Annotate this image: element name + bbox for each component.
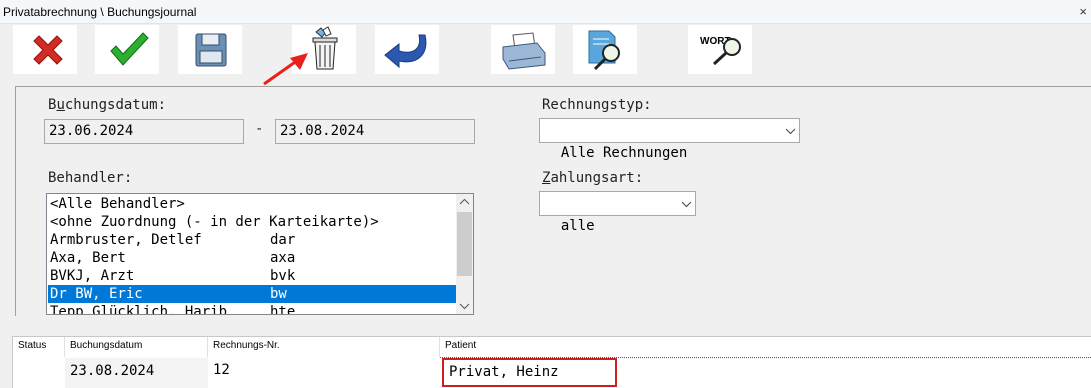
list-item[interactable]: BVKJ, Arzt bvk: [48, 267, 457, 285]
list-item-selected[interactable]: Dr BW, Eric bw: [48, 285, 457, 303]
cancel-button[interactable]: [13, 25, 77, 74]
list-item[interactable]: Armbruster, Detlef dar: [48, 231, 457, 249]
journal-table: Status Buchungsdatum Rechnungs-Nr. Patie…: [12, 336, 1091, 388]
behandler-listbox[interactable]: <Alle Behandler> <ohne Zuordnung (- in d…: [46, 193, 474, 315]
word-magnifier-icon: WORT: [700, 36, 741, 66]
buchungsdatum-cell: 23.08.2024: [65, 358, 208, 388]
print-button[interactable]: [491, 25, 555, 74]
status-cell: [13, 357, 65, 388]
list-item[interactable]: <Alle Behandler>: [48, 195, 457, 213]
rechnungstyp-label: Rechnungstyp:: [542, 97, 652, 113]
rechnungs-nr-cell: 12: [213, 362, 230, 378]
confirm-button[interactable]: [95, 25, 159, 74]
word-search-button[interactable]: WORT: [688, 25, 752, 74]
list-item[interactable]: Axa, Bert axa: [48, 249, 457, 267]
floppy-disk-icon: [195, 33, 227, 67]
green-check-icon: [110, 32, 149, 66]
undo-arrow-icon: [384, 34, 427, 69]
column-header-patient[interactable]: Patient: [440, 337, 1091, 357]
column-header-buchungsdatum[interactable]: Buchungsdatum: [65, 337, 208, 357]
rechnungstyp-value: Alle Rechnungen: [560, 145, 688, 161]
chevron-up-icon[interactable]: [456, 194, 473, 211]
scrollbar-thumb[interactable]: [457, 212, 472, 276]
chevron-down-icon[interactable]: [456, 297, 473, 314]
annotation-arrow-icon: [263, 53, 308, 86]
rechnungstyp-select[interactable]: Alle Rechnungen: [539, 118, 800, 161]
date-range-separator: -: [255, 121, 264, 137]
behandler-label: Behandler:: [48, 170, 133, 186]
list-item[interactable]: Tepp Glücklich, Harib hte: [48, 303, 457, 314]
preview-button[interactable]: [573, 25, 637, 74]
chevron-down-icon: [681, 201, 692, 208]
document-magnifier-icon: [588, 30, 620, 71]
patient-cell[interactable]: Privat, Heinz: [442, 358, 617, 387]
save-button[interactable]: [178, 25, 242, 74]
zahlungsart-label: Zahlungsart:: [542, 170, 644, 186]
date-from-field[interactable]: 23.06.2024: [44, 119, 244, 144]
list-item[interactable]: <ohne Zuordnung (- in der Karteikarte)>: [48, 213, 457, 231]
title-bar: Privatabrechnung \ Buchungsjournal ×: [0, 0, 1091, 24]
column-header-status[interactable]: Status: [13, 337, 65, 357]
column-header-rechnungs-nr[interactable]: Rechnungs-Nr.: [208, 337, 440, 357]
buchungsdatum-label: Buchungsdatum:: [48, 97, 167, 113]
red-x-icon: [33, 35, 63, 65]
printer-icon: [502, 32, 546, 70]
date-to-field[interactable]: 23.08.2024: [275, 119, 475, 144]
chevron-down-icon: [785, 128, 796, 135]
zahlungsart-value: alle: [560, 218, 595, 234]
undo-button[interactable]: [375, 25, 439, 74]
window-title: Privatabrechnung \ Buchungsjournal: [3, 5, 197, 19]
listbox-scrollbar[interactable]: [456, 194, 473, 314]
close-window-button[interactable]: ×: [1079, 4, 1087, 19]
zahlungsart-select[interactable]: alle: [539, 191, 696, 234]
